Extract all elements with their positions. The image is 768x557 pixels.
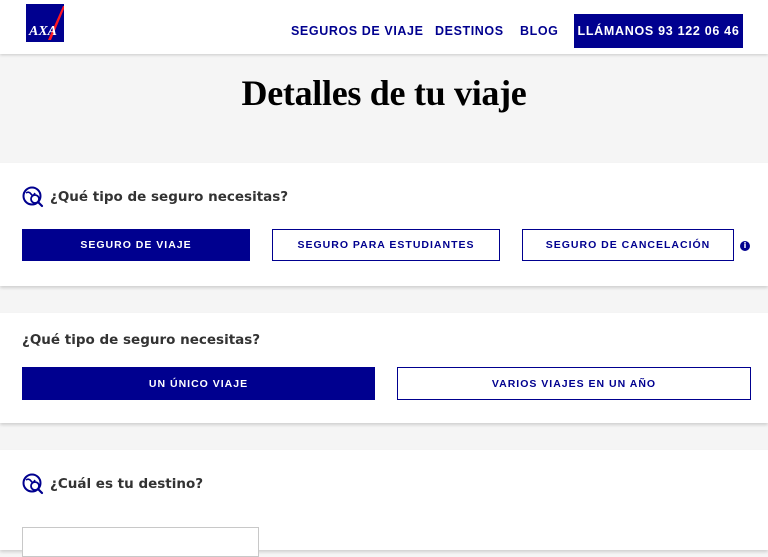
axa-logo[interactable]: AXA xyxy=(26,4,64,42)
globe-search-icon xyxy=(22,186,44,208)
nav-destinos[interactable]: DESTINOS xyxy=(435,24,504,38)
question-text: ¿Cuál es tu destino? xyxy=(50,476,204,492)
insurance-type-question: ¿Qué tipo de seguro necesitas? xyxy=(22,186,288,208)
option-seguro-cancelacion[interactable]: SEGURO DE CANCELACIÓN xyxy=(522,229,734,261)
globe-search-icon xyxy=(22,473,44,495)
trip-type-card: ¿Qué tipo de seguro necesitas? UN ÚNICO … xyxy=(0,313,768,423)
nav-blog[interactable]: BLOG xyxy=(520,24,559,38)
call-button[interactable]: LLÁMANOS 93 122 06 46 xyxy=(574,14,743,48)
trip-type-question: ¿Qué tipo de seguro necesitas? xyxy=(22,332,260,348)
insurance-type-card: ¿Qué tipo de seguro necesitas? SEGURO DE… xyxy=(0,163,768,286)
nav-seguros-de-viaje[interactable]: SEGUROS DE VIAJE xyxy=(291,24,424,38)
question-text: ¿Qué tipo de seguro necesitas? xyxy=(22,332,261,348)
logo-text: AXA xyxy=(28,24,57,39)
option-seguro-estudiantes[interactable]: SEGURO PARA ESTUDIANTES xyxy=(272,229,500,261)
option-seguro-de-viaje[interactable]: SEGURO DE VIAJE xyxy=(22,229,250,261)
info-icon[interactable]: i xyxy=(740,241,750,251)
page-title: Detalles de tu viaje xyxy=(241,73,527,113)
option-unico-viaje[interactable]: UN ÚNICO VIAJE xyxy=(22,367,375,400)
option-varios-viajes[interactable]: VARIOS VIAJES EN UN AÑO xyxy=(397,367,751,400)
destination-input[interactable] xyxy=(22,527,259,557)
axa-logo-icon: AXA xyxy=(26,4,64,42)
destination-question: ¿Cuál es tu destino? xyxy=(22,473,203,495)
question-text: ¿Qué tipo de seguro necesitas? xyxy=(50,189,289,205)
site-header: AXA SEGUROS DE VIAJE DESTINOS BLOG LLÁMA… xyxy=(0,0,768,54)
